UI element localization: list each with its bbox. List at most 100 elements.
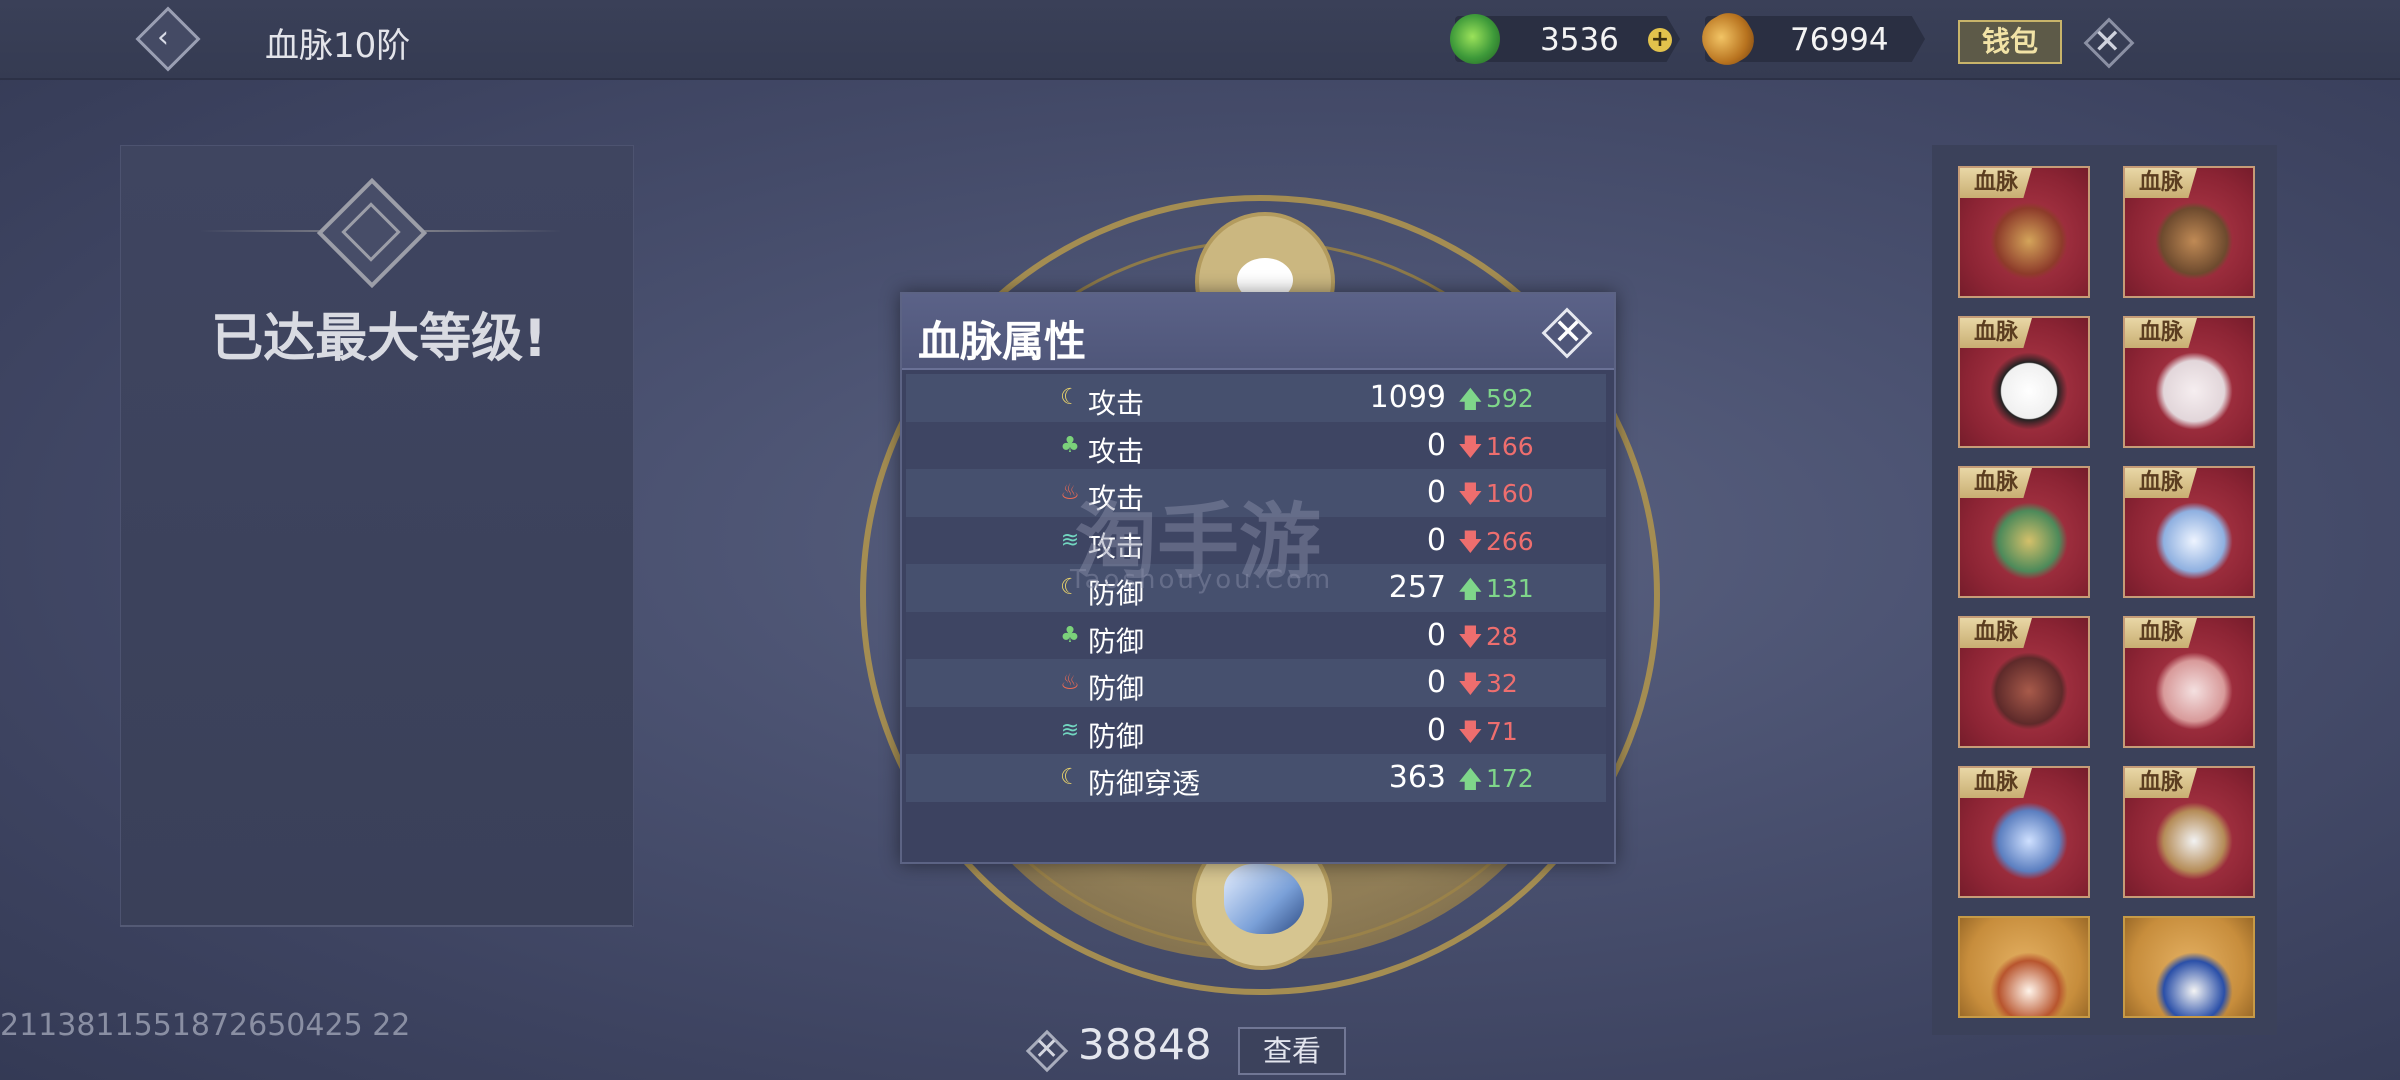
blue-dragon-icon xyxy=(1990,802,2068,880)
bloodline-card-blue-dragon[interactable]: 血脉 xyxy=(1958,766,2090,898)
stat-name: 攻击 xyxy=(1088,434,1145,468)
stat-value: 0 xyxy=(1426,617,1446,653)
stat-delta: 592 xyxy=(1486,384,1534,413)
crossed-swords-icon: ✕ xyxy=(2093,22,2122,62)
stat-delta: 172 xyxy=(1486,764,1534,793)
chevron-left-icon: ‹ xyxy=(157,20,169,55)
bloodline-tag: 血脉 xyxy=(2125,618,2197,648)
bloodline-card-blue-eagle[interactable]: 血脉 xyxy=(2123,466,2255,598)
bloodline-tag: 血脉 xyxy=(1960,468,2032,498)
arrow-down-icon: 🡇 xyxy=(1458,717,1483,746)
stat-value: 257 xyxy=(1388,570,1446,605)
eagle-icon xyxy=(1224,864,1304,934)
demon-boar-icon xyxy=(1990,652,2068,730)
left-divider xyxy=(120,925,632,927)
stat-name: 防御 xyxy=(1088,624,1145,658)
account-id: 2113811551872650425 22 xyxy=(0,1008,411,1043)
panda-icon xyxy=(1990,352,2068,430)
red-dragon-icon xyxy=(1990,202,2068,280)
bloodline-card-red-dragon[interactable]: 血脉 xyxy=(1958,166,2090,298)
arrow-down-icon: 🡇 xyxy=(1458,527,1483,556)
crossed-swords-icon: ✕ xyxy=(1034,1032,1060,1067)
peacock-icon xyxy=(2155,952,2233,1016)
close-menu-button[interactable]: ✕ xyxy=(2082,16,2135,69)
jade-amount: 3536 xyxy=(1540,22,1619,58)
close-icon: ✕ xyxy=(1553,312,1584,353)
bloodline-tag: 血脉 xyxy=(2125,768,2197,798)
stat-name: 防御 xyxy=(1088,719,1145,753)
stat-delta: 160 xyxy=(1486,479,1534,508)
view-button[interactable]: 查看 xyxy=(1238,1027,1346,1075)
dialog-close-button[interactable]: ✕ xyxy=(1541,307,1593,359)
brown-dragon-icon xyxy=(2155,202,2233,280)
green-dragon-icon xyxy=(1990,502,2068,580)
bloodline-card-panda[interactable]: 血脉 xyxy=(1958,316,2090,448)
stat-delta: 32 xyxy=(1486,669,1518,698)
combat-power-value: 38848 xyxy=(1078,1020,1212,1069)
stat-row: ♣ 攻击 0 🡇 166 xyxy=(906,421,1606,469)
stat-delta: 131 xyxy=(1486,574,1534,603)
arrow-up-icon: 🡅 xyxy=(1458,575,1483,603)
lion-dance-icon xyxy=(2155,652,2233,730)
bloodline-card-white-cat[interactable]: 血脉 xyxy=(2123,316,2255,448)
arrow-up-icon: 🡅 xyxy=(1458,765,1483,793)
dialog-title: 血脉属性 xyxy=(918,317,1087,366)
white-cat-icon xyxy=(2155,352,2233,430)
stat-row: ♨ 防御 0 🡇 32 xyxy=(906,659,1606,707)
arrow-down-icon: 🡇 xyxy=(1458,432,1483,461)
page-title: 血脉10阶 xyxy=(265,26,411,66)
bloodline-card-weasel[interactable] xyxy=(1958,916,2090,1018)
level-info-panel: 已达最大等级! xyxy=(120,145,634,927)
watermark-subtext: Taoshouyou.Com xyxy=(1070,565,1334,595)
arrow-down-icon: 🡇 xyxy=(1458,480,1483,508)
stat-value: 0 xyxy=(1426,475,1446,510)
palm-element-icon: ♣ xyxy=(1060,622,1080,648)
fire-element-icon: ♨ xyxy=(1060,670,1080,695)
brown-eagle-icon xyxy=(2155,802,2233,880)
stat-value: 0 xyxy=(1426,712,1446,748)
stat-row: ☾ 防御穿透 363 🡅 172 xyxy=(906,754,1606,802)
max-level-message: 已达最大等级! xyxy=(211,309,547,369)
stat-row: ♣ 防御 0 🡇 28 xyxy=(906,611,1606,659)
stat-value: 0 xyxy=(1426,427,1446,463)
add-currency-button[interactable]: + xyxy=(1648,28,1672,52)
bloodline-card-lion-dance[interactable]: 血脉 xyxy=(2123,616,2255,748)
dialog-header: 血脉属性 ✕ xyxy=(902,294,1614,370)
stat-name: 攻击 xyxy=(1088,387,1145,420)
bloodline-card-green-dragon[interactable]: 血脉 xyxy=(1958,466,2090,598)
moon-element-icon: ☾ xyxy=(1060,765,1080,790)
weasel-icon xyxy=(1990,952,2068,1016)
bloodline-tag: 血脉 xyxy=(2125,318,2197,348)
wallet-button[interactable]: 钱包 xyxy=(1958,20,2062,64)
bloodline-tag: 血脉 xyxy=(2125,468,2197,498)
bloodline-card-brown-eagle[interactable]: 血脉 xyxy=(2123,766,2255,898)
arrow-down-icon: 🡇 xyxy=(1458,670,1483,698)
power-icon: ✕ xyxy=(1025,1029,1069,1073)
bloodline-card-peacock[interactable] xyxy=(2123,916,2255,1018)
back-button[interactable]: ‹ xyxy=(135,6,201,72)
stat-value: 0 xyxy=(1426,522,1446,558)
bloodline-card-brown-dragon[interactable]: 血脉 xyxy=(2123,166,2255,298)
arrow-down-icon: 🡇 xyxy=(1458,622,1483,651)
stat-row: ☾ 攻击 1099 🡅 592 xyxy=(906,374,1606,422)
bloodline-tag: 血脉 xyxy=(1960,318,2032,348)
gold-ingot-icon xyxy=(1693,4,1763,74)
stat-name: 防御 xyxy=(1088,672,1145,705)
stat-delta: 166 xyxy=(1486,431,1534,461)
stat-value: 1099 xyxy=(1369,380,1446,415)
stat-value: 363 xyxy=(1388,760,1446,795)
gold-amount: 76994 xyxy=(1790,22,1889,58)
bloodline-tag: 血脉 xyxy=(2125,168,2197,198)
bloodline-tag: 血脉 xyxy=(1960,168,2032,198)
stat-name: 防御穿透 xyxy=(1088,767,1201,800)
wind-element-icon: ≋ xyxy=(1060,717,1080,743)
stat-delta: 71 xyxy=(1486,716,1518,746)
moon-element-icon: ☾ xyxy=(1060,385,1080,410)
stat-value: 0 xyxy=(1426,665,1446,700)
jade-coin-icon xyxy=(1450,14,1500,64)
bloodline-card-demon-boar[interactable]: 血脉 xyxy=(1958,616,2090,748)
stat-delta: 266 xyxy=(1486,526,1534,556)
stat-row: ≋ 防御 0 🡇 71 xyxy=(906,706,1606,754)
bloodline-tag: 血脉 xyxy=(1960,768,2032,798)
palm-element-icon: ♣ xyxy=(1060,432,1080,458)
